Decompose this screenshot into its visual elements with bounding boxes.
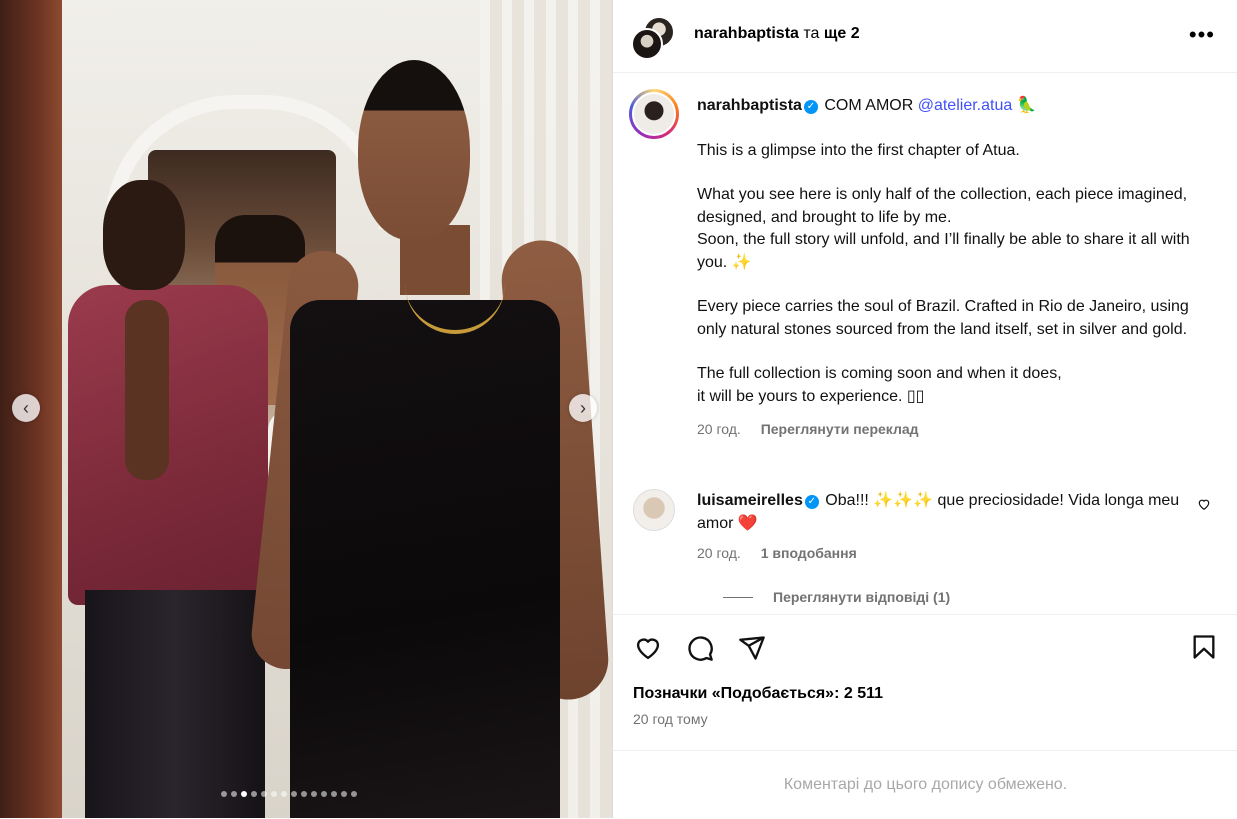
caption-time[interactable]: 20 год.: [697, 421, 741, 437]
avatar: [632, 92, 676, 136]
caption-paragraph: The full collection is coming soon and w…: [697, 363, 1197, 408]
photo-woman-dress: [290, 300, 560, 818]
caption-title: COM AMOR: [824, 97, 914, 114]
replies-divider: [723, 596, 753, 598]
header-username[interactable]: narahbaptista та ще 2: [694, 25, 860, 43]
caption-avatar-ring[interactable]: [629, 89, 679, 139]
view-replies-label: Переглянути відповіді (1): [773, 589, 951, 605]
heart-icon: [636, 638, 660, 660]
header-username-text[interactable]: narahbaptista: [694, 25, 799, 42]
photo-man-pants: [85, 590, 265, 818]
carousel-dot: [281, 791, 287, 797]
post-time[interactable]: 20 год тому: [633, 711, 708, 727]
caption-paragraph: What you see here is only half of the co…: [697, 184, 1197, 274]
comment-time[interactable]: 20 год.: [697, 545, 741, 561]
caption-meta: 20 год. Переглянути переклад: [697, 418, 1197, 441]
and-text: та: [803, 25, 820, 42]
send-icon: [739, 636, 765, 660]
see-translation-button[interactable]: Переглянути переклад: [761, 421, 919, 437]
caption-line: Soon, the full story will unfold, and I’…: [697, 231, 1190, 271]
caption: narahbaptista ✓ COM AMOR @atelier.atua 🦜 …: [697, 95, 1197, 441]
carousel-dot: [221, 791, 227, 797]
avatar[interactable]: [633, 489, 675, 531]
photo-woman-head: [358, 60, 470, 240]
carousel-dot: [291, 791, 297, 797]
share-button[interactable]: [737, 633, 767, 663]
others-count[interactable]: ще 2: [824, 25, 860, 42]
carousel-dot: [241, 791, 247, 797]
caption-mention[interactable]: @atelier.atua: [918, 97, 1013, 114]
heart-outline-icon: [1198, 499, 1210, 510]
photo-man-chest: [125, 300, 169, 480]
caption-username[interactable]: narahbaptista: [697, 97, 802, 114]
comment-meta: 20 год. 1 вподобання: [697, 545, 857, 561]
carousel-prev-button[interactable]: ‹: [12, 394, 40, 422]
caption-line: it will be yours to experience. ▯▯: [697, 387, 925, 405]
carousel-dot: [321, 791, 327, 797]
avatar: [631, 28, 663, 60]
carousel-dot: [331, 791, 337, 797]
parrot-emoji: 🦜: [1016, 97, 1037, 114]
photo-man-head: [103, 180, 185, 290]
caption-line: What you see here is only half of the co…: [697, 186, 1188, 226]
chevron-right-icon: ›: [580, 397, 586, 418]
verified-badge-icon: ✓: [803, 100, 818, 114]
caption-paragraph: Every piece carries the soul of Brazil. …: [697, 298, 1189, 338]
more-options-button[interactable]: •••: [1189, 22, 1215, 48]
header-collaborators[interactable]: та ще 2: [803, 25, 859, 42]
post-header: narahbaptista та ще 2 •••: [613, 0, 1237, 73]
bookmark-icon: [1193, 635, 1215, 659]
carousel-next-button[interactable]: ›: [569, 394, 597, 422]
comment-icon: [688, 636, 713, 661]
carousel-dot: [311, 791, 317, 797]
post-photo[interactable]: ‹ ›: [0, 0, 612, 818]
caption-line: The full collection is coming soon and w…: [697, 365, 1062, 382]
carousel-dot: [351, 791, 357, 797]
post-sidebar: narahbaptista та ще 2 ••• narahbaptista ✓…: [612, 0, 1237, 818]
action-icons: [633, 633, 767, 663]
comment-likes[interactable]: 1 вподобання: [761, 545, 857, 561]
comment-button[interactable]: [685, 633, 715, 663]
carousel-dot: [231, 791, 237, 797]
like-button[interactable]: [633, 633, 663, 663]
collab-avatars[interactable]: [631, 16, 675, 60]
carousel-indicator: [221, 791, 357, 797]
carousel-dot: [261, 791, 267, 797]
comments-limited-notice: Коментарі до цього допису обмежено.: [613, 750, 1237, 819]
carousel-dot: [341, 791, 347, 797]
verified-badge-icon: ✓: [804, 495, 819, 509]
comment-username[interactable]: luisameirelles: [697, 492, 803, 509]
post-actions: Позначки «Подобається»: 2 511 20 год том…: [613, 614, 1237, 750]
likes-count[interactable]: Позначки «Подобається»: 2 511: [633, 685, 883, 703]
comment-like-button[interactable]: [1197, 497, 1211, 514]
more-horizontal-icon: •••: [1188, 22, 1215, 47]
comment-text: luisameirelles ✓ Oba!!! ✨✨✨ que preciosid…: [697, 489, 1197, 535]
caption-paragraph: This is a glimpse into the first chapter…: [697, 141, 1020, 159]
carousel-dot: [271, 791, 277, 797]
comments-scroll[interactable]: narahbaptista ✓ COM AMOR @atelier.atua 🦜 …: [613, 73, 1237, 613]
carousel-dot: [301, 791, 307, 797]
chevron-left-icon: ‹: [23, 397, 29, 418]
save-button[interactable]: [1190, 633, 1218, 666]
carousel-dot: [251, 791, 257, 797]
view-replies-button[interactable]: Переглянути відповіді (1): [723, 589, 950, 605]
